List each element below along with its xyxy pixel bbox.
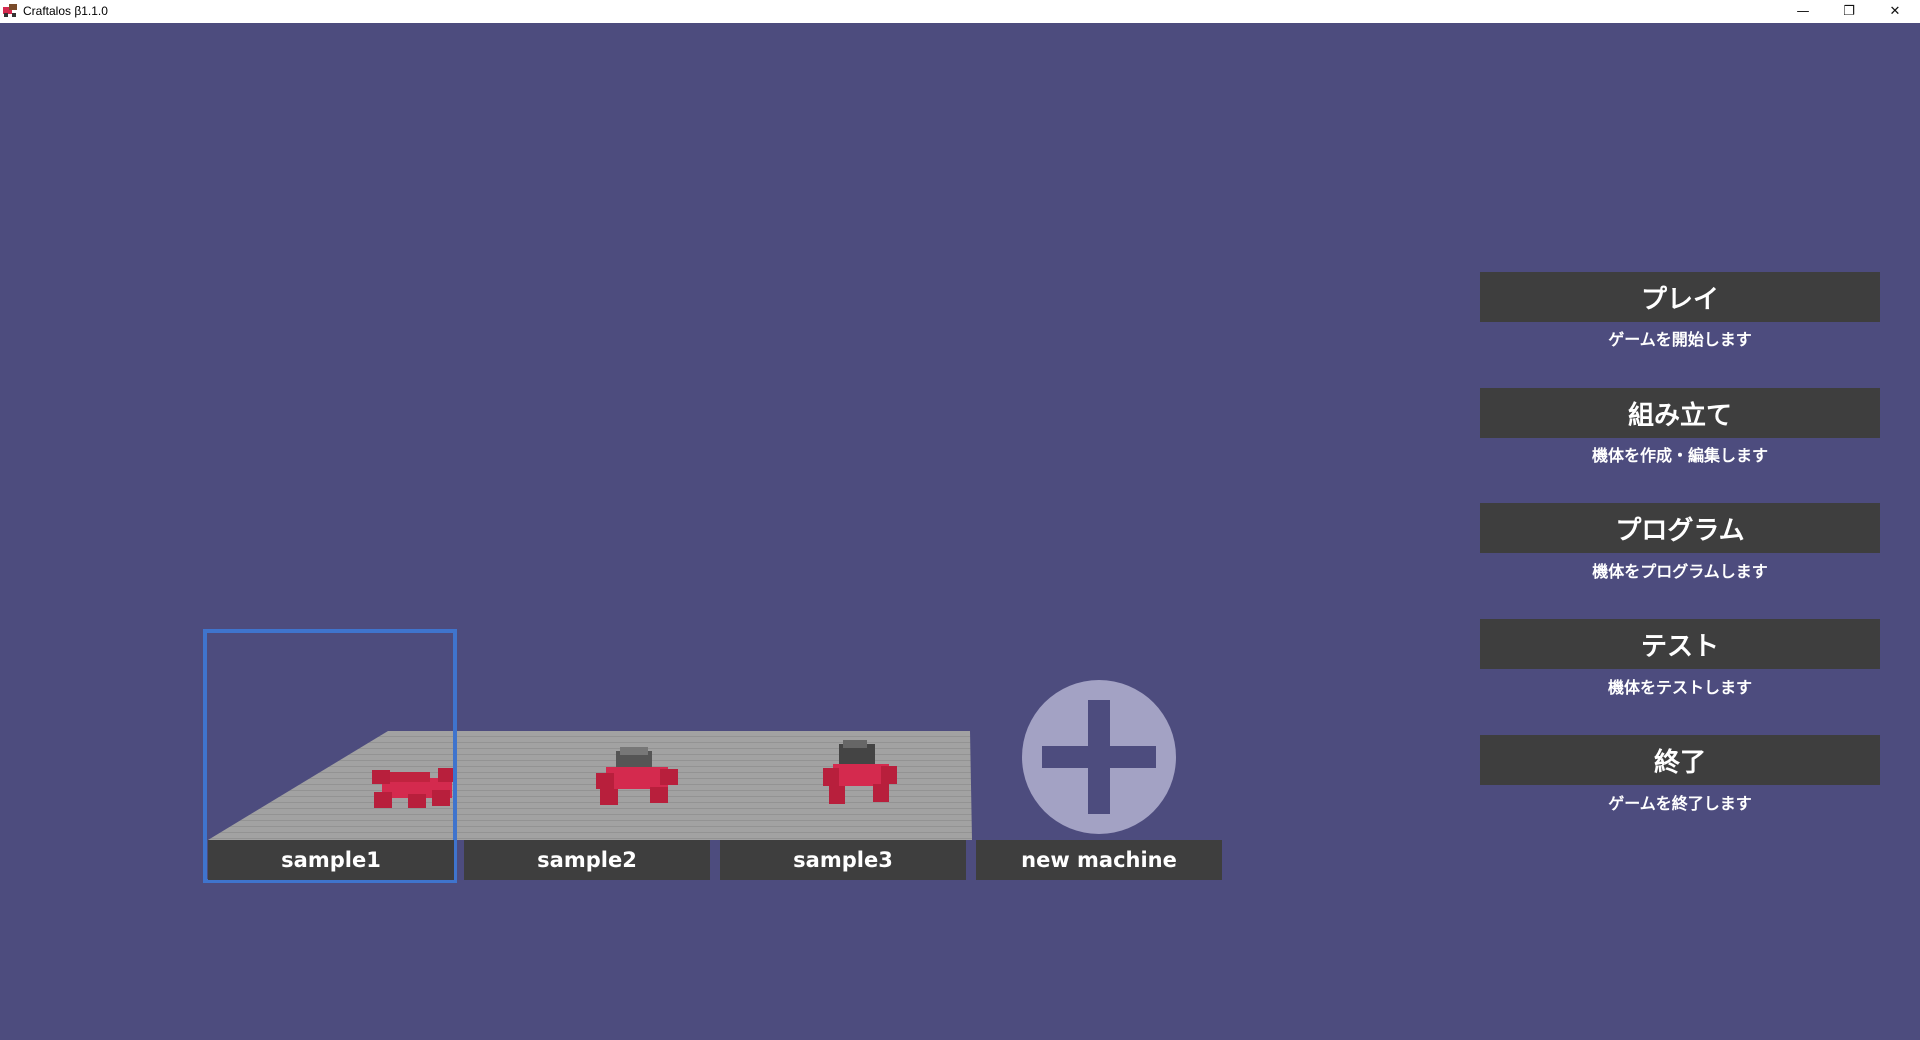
machine-slot-sample2[interactable]: sample2 [464,840,710,880]
quit-description: ゲームを終了します [1608,794,1752,813]
car-model-sample3 [823,740,897,804]
title-bar: Craftalos β1.1.0 — ❐ ✕ [0,0,1920,23]
window-title: Craftalos β1.1.0 [23,4,108,18]
close-button[interactable]: ✕ [1872,0,1918,23]
test-button[interactable]: テスト [1480,619,1880,669]
minimize-button[interactable]: — [1780,0,1826,23]
machine-slot-sample1[interactable]: sample1 [208,840,454,880]
app-icon [3,4,17,17]
quit-button[interactable]: 終了 [1480,735,1880,785]
program-description: 機体をプログラムします [1592,562,1768,581]
machine-slot-sample3[interactable]: sample3 [720,840,966,880]
assemble-description: 機体を作成・編集します [1591,446,1768,465]
assemble-button[interactable]: 組み立て [1480,388,1880,438]
program-button[interactable]: プログラム [1480,503,1880,553]
play-button[interactable]: プレイ [1480,272,1880,322]
main-view: sample1 sample2 sample3 new machine プレイ … [0,23,1920,1040]
plus-icon[interactable] [1022,680,1176,834]
test-description: 機体をテストします [1607,678,1752,697]
new-machine-button[interactable]: new machine [976,840,1222,880]
car-model-sample2 [596,747,678,805]
maximize-button[interactable]: ❐ [1826,0,1872,23]
play-description: ゲームを開始します [1608,330,1752,349]
